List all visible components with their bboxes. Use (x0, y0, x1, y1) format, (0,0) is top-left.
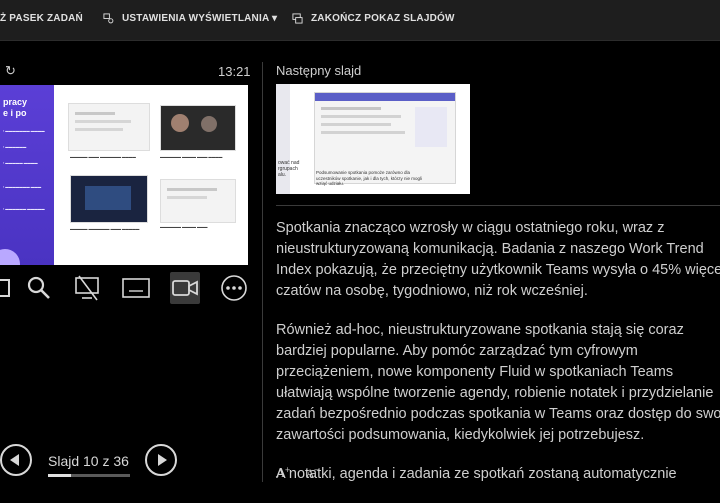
slide-caption: ▬▬▬▬▬▬ ▬▬▬▬ ▬▬▬ (160, 225, 208, 229)
end-slideshow-icon (292, 13, 303, 24)
black-screen-tool[interactable] (121, 272, 151, 304)
notes-paragraph: Spotkania znacząco wzrosły w ciągu ostat… (276, 220, 720, 299)
slide-caption: ▬▬▬▬▬ ▬▬▬▬▬▬ ▬▬▬ ▬▬▬▬▬ (70, 227, 140, 231)
slide-decoration (0, 249, 20, 265)
slide-caption: ▬▬▬▬▬▬ ▬▬▬▬ ▬▬▬ ▬▬▬▬ (160, 155, 223, 159)
reset-timer-icon[interactable]: ↻ (5, 63, 16, 79)
presenter-toolbar: Ż PASEK ZADAŃ USTAWIENIA WYŚWIETLANIA ▾ … (0, 0, 720, 41)
screen-icon (122, 278, 150, 298)
slide-title-panel: pracy e i po ▪ ▬▬▬▬▬▬▬ ▬▬▬▬ ▪ ▬▬▬▬▬▬ ▪ ▬… (0, 85, 54, 265)
next-slide-caption: Podsumowanie spotkania pomoże zarówno dl… (316, 170, 423, 186)
notes-font-controls: A+ A− (276, 466, 320, 480)
grid-icon (0, 279, 10, 297)
next-slide-left-caption: ować nad rgrupach alu. (278, 160, 300, 178)
next-arrow-icon (158, 454, 167, 466)
magnifier-icon (27, 276, 50, 299)
display-settings-label: USTAWIENIA WYŚWIETLANIA ▾ (122, 13, 278, 24)
notes-paragraph: A notatki, agenda i zadania ze spotkań z… (276, 466, 677, 482)
camera-tool[interactable] (170, 272, 200, 304)
taskbar-button[interactable]: Ż PASEK ZADAŃ (0, 13, 83, 24)
slide-caption: ▬▬▬▬▬ ▬▬▬ ▬▬▬▬▬▬ ▬▬▬▬ (70, 155, 136, 159)
notes-paragraph: Również ad-hoc, nieustrukturyzowane spot… (276, 322, 720, 443)
display-settings-icon (103, 13, 114, 24)
previous-arrow-icon (10, 454, 19, 466)
next-slide-label: Następny slajd (276, 63, 362, 78)
slide-screenshot-1 (68, 103, 150, 151)
zoom-tool[interactable] (24, 272, 54, 304)
speaker-notes[interactable]: Spotkania znacząco wzrosły w ciągu ostat… (276, 218, 720, 503)
end-slideshow-button[interactable]: ZAKOŃCZ POKAZ SLAJDÓW (292, 13, 455, 24)
pen-tool[interactable] (72, 272, 102, 304)
slide-screenshot-4 (160, 179, 236, 223)
slide-counter: Slajd 10 z 36 (48, 453, 129, 469)
notes-divider (276, 205, 720, 206)
display-settings-button[interactable]: USTAWIENIA WYŚWIETLANIA ▾ (103, 13, 277, 24)
previous-slide-button[interactable] (0, 444, 32, 476)
increase-font-button[interactable]: A+ (276, 466, 291, 480)
decrease-font-button[interactable]: A− (307, 466, 320, 480)
slide-bullet: ▪ ▬▬▬▬▬▬▬ ▬▬▬ (3, 185, 42, 189)
elapsed-time: 13:21 (218, 64, 251, 79)
slide-bullet: ▪ ▬▬▬▬▬▬▬ ▬▬▬▬ (3, 129, 45, 133)
slide-bullet: ▪ ▬▬▬▬▬▬ ▬▬▬▬▬ (3, 207, 45, 211)
slide-screenshot-2 (160, 105, 236, 151)
video-camera-icon (172, 280, 198, 296)
next-slide-button[interactable] (145, 444, 177, 476)
slide-progress-fill (48, 474, 71, 477)
taskbar-label: Ż PASEK ZADAŃ (0, 13, 83, 24)
more-icon (221, 275, 247, 301)
slide-screenshot-3 (70, 175, 148, 223)
presentation-tools (0, 272, 260, 308)
current-slide-preview[interactable]: pracy e i po ▪ ▬▬▬▬▬▬▬ ▬▬▬▬ ▪ ▬▬▬▬▬▬ ▪ ▬… (0, 85, 248, 265)
slide-title-fragment: pracy e i po (3, 97, 28, 118)
panel-divider (262, 62, 263, 482)
slide-progress-bar (48, 474, 130, 477)
slide-bullet: ▪ ▬▬▬▬▬ ▬▬▬▬ (3, 161, 38, 165)
more-options-button[interactable] (219, 272, 249, 304)
laser-pointer-tool[interactable] (0, 272, 16, 304)
slide-bullet: ▪ ▬▬▬▬▬▬ (3, 145, 27, 149)
pen-monitor-icon (75, 275, 99, 301)
next-slide-preview[interactable]: ować nad rgrupach alu. Podsumowanie spot… (276, 84, 470, 194)
end-slideshow-label: ZAKOŃCZ POKAZ SLAJDÓW (311, 13, 455, 24)
